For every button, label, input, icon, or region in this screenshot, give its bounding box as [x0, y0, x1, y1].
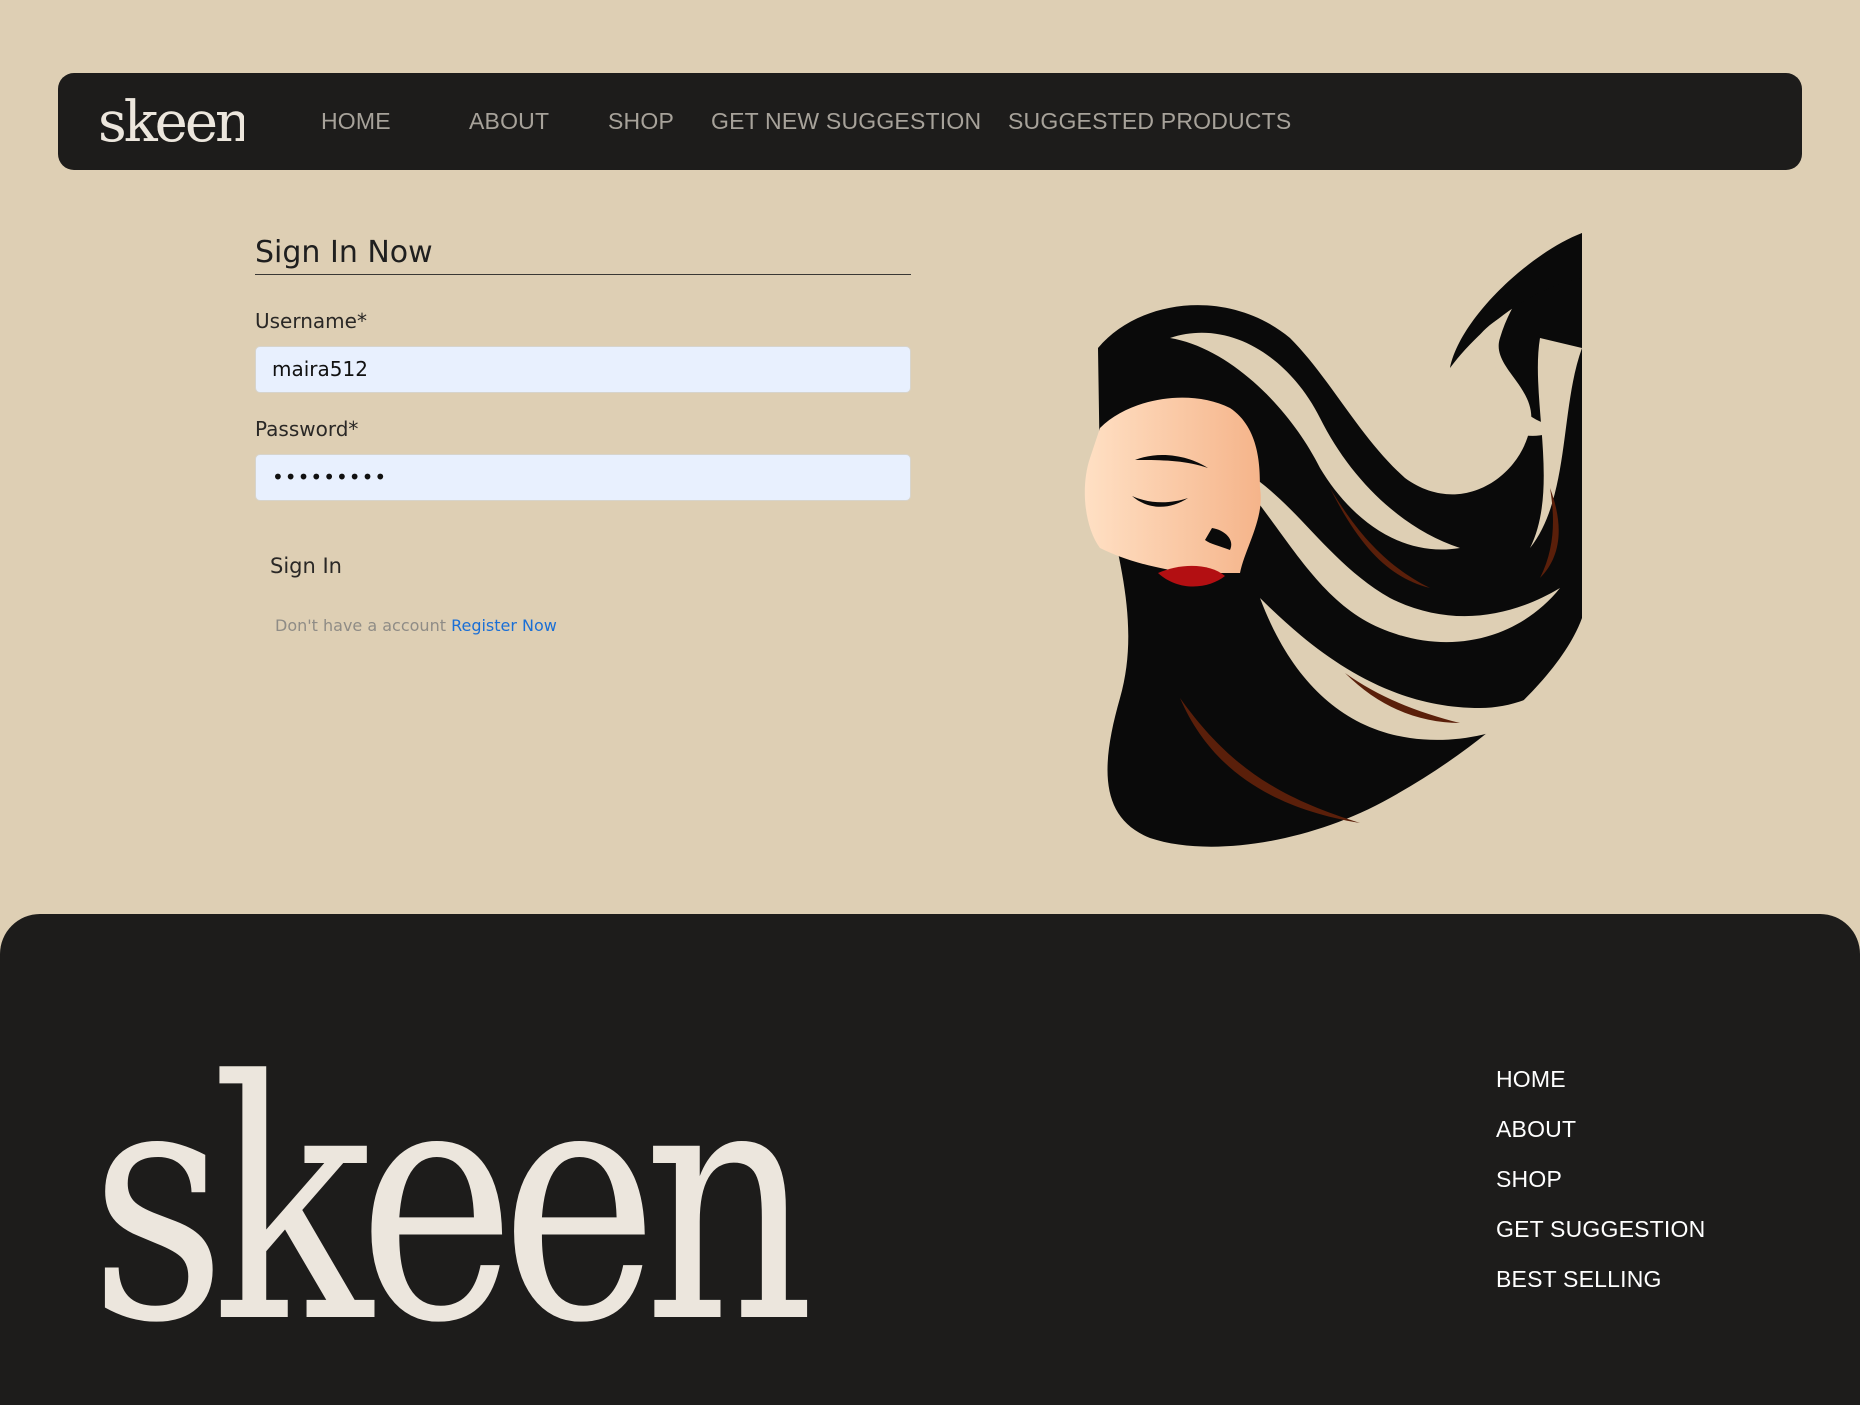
- password-label: Password*: [255, 417, 359, 441]
- footer-link-about[interactable]: ABOUT: [1496, 1114, 1576, 1144]
- nav-about[interactable]: ABOUT: [469, 106, 549, 136]
- form-title: Sign In Now: [255, 235, 433, 270]
- woman-flowing-hair-illustration: [1060, 228, 1590, 858]
- title-divider: [255, 274, 911, 275]
- footer-logo-wordmark-icon: skeen: [90, 1011, 810, 1342]
- register-prompt-line: Don't have a account Register Now: [275, 615, 557, 637]
- nav-shop[interactable]: SHOP: [608, 106, 674, 136]
- nav-get-new-suggestion[interactable]: GET NEW SUGGESTION: [711, 106, 981, 136]
- signin-button[interactable]: Sign In: [262, 550, 350, 582]
- username-label: Username*: [255, 309, 367, 333]
- logo-wordmark-icon: skeen: [98, 90, 244, 153]
- footer-link-get-suggestion[interactable]: GET SUGGESTION: [1496, 1214, 1705, 1244]
- nav-home[interactable]: HOME: [321, 106, 391, 136]
- footer: skeen HOME ABOUT SHOP GET SUGGESTION BES…: [0, 914, 1860, 1405]
- hero-illustration-icon: [1084, 233, 1582, 847]
- footer-link-home[interactable]: HOME: [1496, 1064, 1566, 1094]
- register-link[interactable]: Register Now: [451, 616, 557, 635]
- footer-brand-logo: skeen: [90, 992, 810, 1342]
- username-input[interactable]: maira512: [255, 346, 911, 393]
- top-navbar: skeen HOME ABOUT SHOP GET NEW SUGGESTION…: [58, 73, 1802, 170]
- svg-text:skeen: skeen: [98, 90, 244, 153]
- register-prompt: Don't have a account: [275, 616, 446, 635]
- svg-text:skeen: skeen: [90, 1011, 809, 1342]
- password-input[interactable]: •••••••••: [255, 454, 911, 501]
- brand-logo[interactable]: skeen: [98, 87, 244, 153]
- footer-link-shop[interactable]: SHOP: [1496, 1164, 1562, 1194]
- nav-suggested-products[interactable]: SUGGESTED PRODUCTS: [1008, 106, 1291, 136]
- footer-link-best-selling[interactable]: BEST SELLING: [1496, 1264, 1662, 1294]
